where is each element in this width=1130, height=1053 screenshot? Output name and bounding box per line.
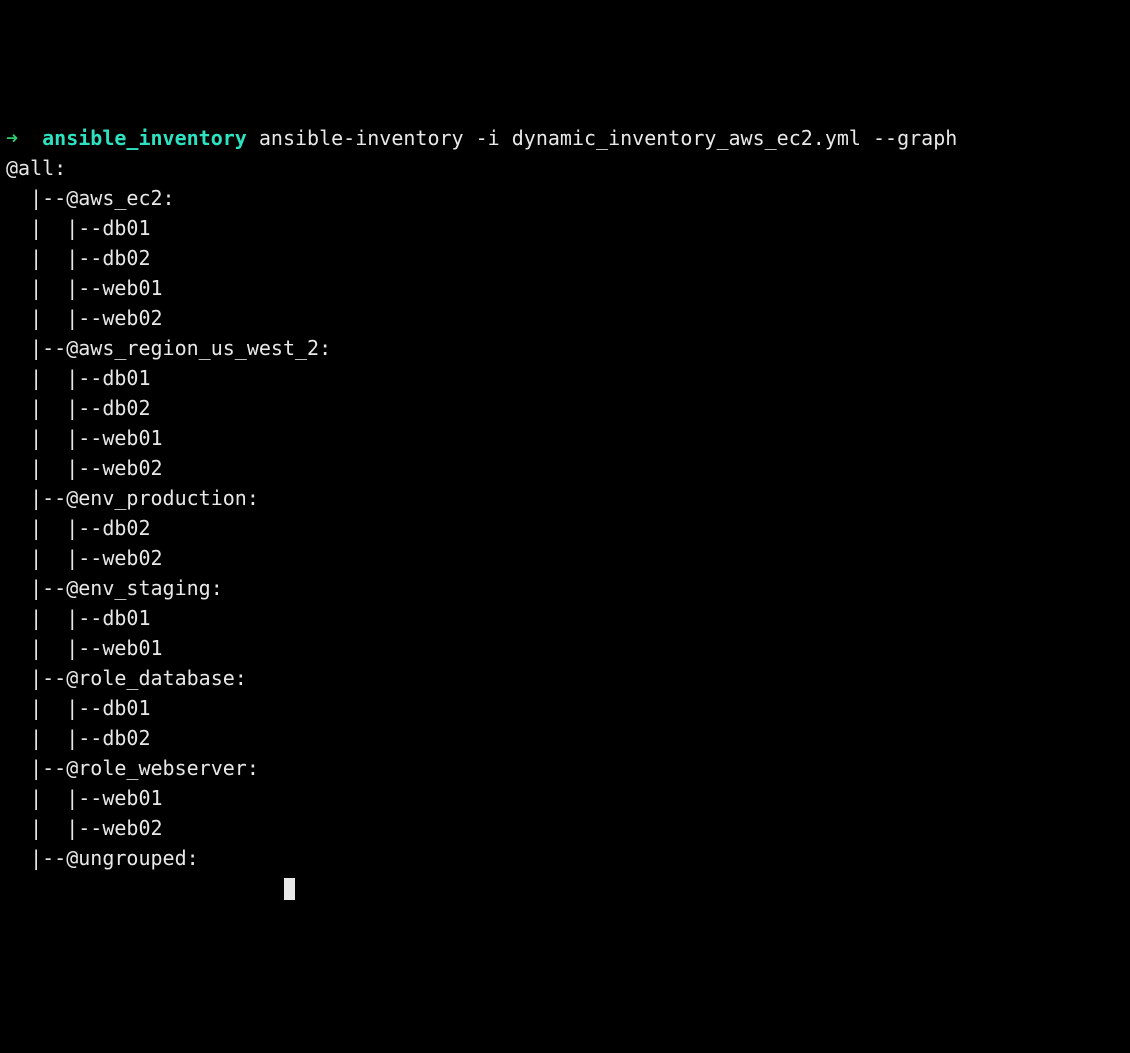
host-0-2: | |--web01 xyxy=(30,276,162,300)
group-5: |--@role_webserver: xyxy=(30,756,259,780)
cursor xyxy=(284,878,295,900)
host-3-0: | |--db01 xyxy=(30,606,150,630)
group-6: |--@ungrouped: xyxy=(30,846,199,870)
host-0-0: | |--db01 xyxy=(30,216,150,240)
host-0-3: | |--web02 xyxy=(30,306,162,330)
host-5-0: | |--web01 xyxy=(30,786,162,810)
host-1-2: | |--web01 xyxy=(30,426,162,450)
host-4-1: | |--db02 xyxy=(30,726,150,750)
group-1: |--@aws_region_us_west_2: xyxy=(30,336,331,360)
host-2-0: | |--db02 xyxy=(30,516,150,540)
host-1-0: | |--db01 xyxy=(30,366,150,390)
host-4-0: | |--db01 xyxy=(30,696,150,720)
host-2-1: | |--web02 xyxy=(30,546,162,570)
host-1-3: | |--web02 xyxy=(30,456,162,480)
host-0-1: | |--db02 xyxy=(30,246,150,270)
group-3: |--@env_staging: xyxy=(30,576,223,600)
terminal-output: ➜ ansible_inventory ansible-inventory -i… xyxy=(6,123,1124,903)
group-2: |--@env_production: xyxy=(30,486,259,510)
host-5-1: | |--web02 xyxy=(30,816,162,840)
host-3-1: | |--web01 xyxy=(30,636,162,660)
command-text: ansible-inventory -i dynamic_inventory_a… xyxy=(259,126,957,150)
group-all: @all: xyxy=(6,156,66,180)
host-1-1: | |--db02 xyxy=(30,396,150,420)
group-4: |--@role_database: xyxy=(30,666,247,690)
prompt-arrow: ➜ xyxy=(6,126,18,150)
group-0: |--@aws_ec2: xyxy=(30,186,175,210)
prompt-dir: ansible_inventory xyxy=(42,126,247,150)
